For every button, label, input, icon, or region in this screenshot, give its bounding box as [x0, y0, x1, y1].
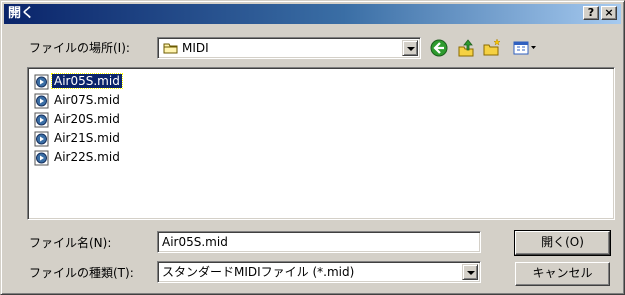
- file-list[interactable]: Air05S.mid Air07S.mid Air20S.mid Air21S.…: [27, 67, 615, 220]
- midi-file-icon: [34, 74, 50, 90]
- file-name: Air20S.mid: [54, 112, 120, 126]
- file-item[interactable]: Air05S.mid: [34, 72, 154, 91]
- open-file-dialog: 開く ? × ファイルの場所(I): MIDI Air05S.mid Air07…: [0, 0, 625, 295]
- location-dropdown-button[interactable]: [402, 40, 418, 56]
- file-item[interactable]: Air07S.mid: [34, 91, 154, 110]
- file-item[interactable]: Air20S.mid: [34, 110, 154, 129]
- file-item[interactable]: Air22S.mid: [34, 148, 154, 167]
- cancel-button[interactable]: キャンセル: [515, 262, 610, 286]
- back-icon[interactable]: [429, 38, 449, 58]
- filetype-combo[interactable]: スタンダードMIDIファイル (*.mid): [157, 261, 481, 283]
- midi-file-icon: [34, 131, 50, 147]
- filename-label: ファイル名(N):: [29, 236, 112, 250]
- location-label: ファイルの場所(I):: [29, 41, 130, 55]
- window-title: 開く: [8, 6, 35, 21]
- filetype-label: ファイルの種類(T):: [29, 266, 134, 280]
- file-name: Air22S.mid: [54, 150, 120, 164]
- location-value: MIDI: [182, 41, 209, 55]
- close-button[interactable]: ×: [601, 6, 617, 20]
- view-menu-icon[interactable]: [512, 38, 538, 58]
- file-item[interactable]: Air21S.mid: [34, 129, 154, 148]
- file-name: Air07S.mid: [54, 93, 120, 107]
- up-folder-icon[interactable]: [456, 38, 476, 58]
- open-button[interactable]: 開く(O): [514, 230, 611, 256]
- help-button[interactable]: ?: [583, 6, 599, 20]
- title-bar[interactable]: 開く ? ×: [4, 4, 621, 24]
- midi-file-icon: [34, 150, 50, 166]
- folder-icon: [163, 41, 179, 55]
- filename-input[interactable]: [157, 231, 481, 253]
- new-folder-icon[interactable]: [482, 38, 502, 58]
- location-combo[interactable]: MIDI: [157, 37, 421, 59]
- midi-file-icon: [34, 112, 50, 128]
- filetype-value: スタンダードMIDIファイル (*.mid): [162, 265, 355, 279]
- midi-file-icon: [34, 93, 50, 109]
- file-name: Air05S.mid: [51, 73, 123, 89]
- filetype-dropdown-button[interactable]: [462, 264, 478, 280]
- file-name: Air21S.mid: [54, 131, 120, 145]
